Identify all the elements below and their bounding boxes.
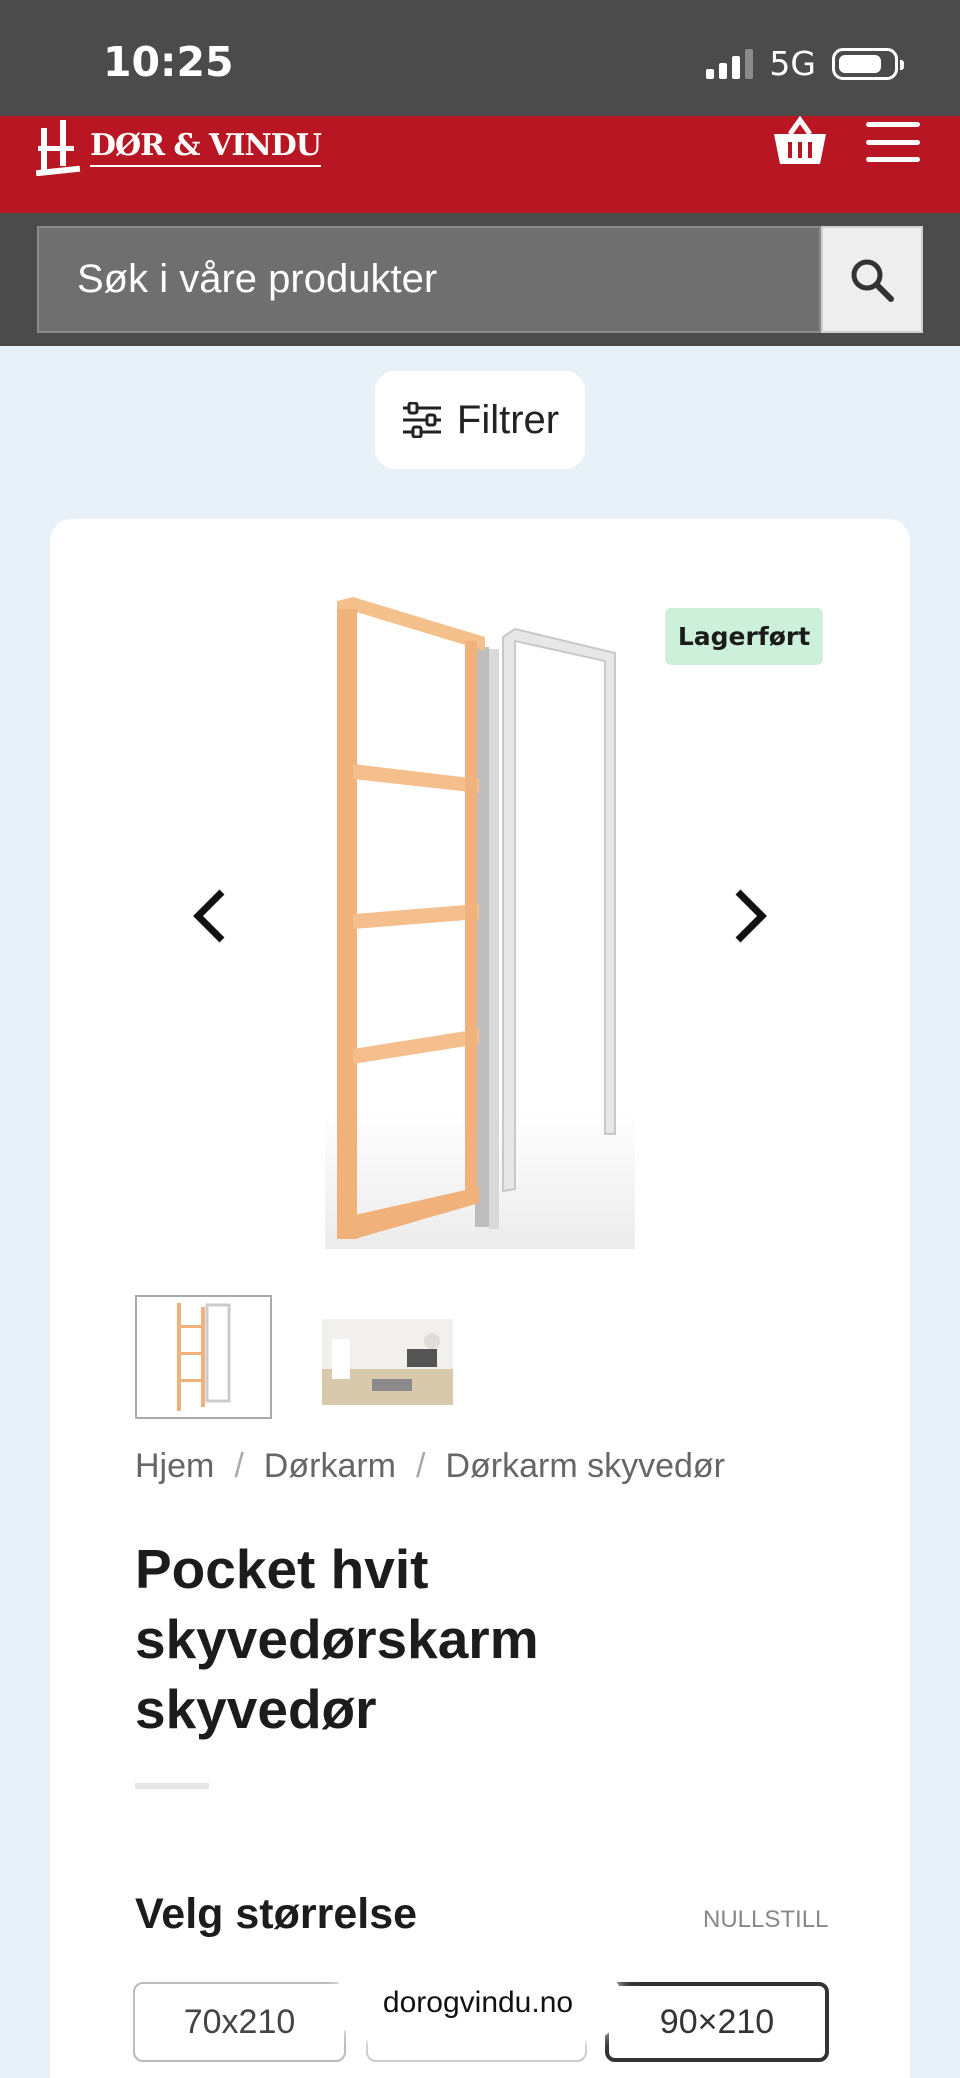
site-header: DØR & VINDU bbox=[0, 115, 960, 213]
signal-icon bbox=[706, 48, 754, 79]
chevron-left-icon bbox=[193, 889, 225, 943]
next-image-button[interactable] bbox=[730, 886, 770, 946]
product-image[interactable] bbox=[325, 589, 655, 1249]
breadcrumb: Hjem / Dørkarm / Dørkarm skyvedør bbox=[135, 1447, 725, 1486]
chevron-right-icon bbox=[735, 889, 767, 943]
prev-image-button[interactable] bbox=[190, 886, 230, 946]
status-bar: 10:25 5G bbox=[0, 0, 960, 116]
reset-size-link[interactable]: NULLSTILL bbox=[703, 1906, 828, 1934]
cart-icon[interactable] bbox=[770, 115, 830, 168]
battery-icon bbox=[832, 47, 904, 80]
size-option-selected[interactable]: 90×210 bbox=[605, 1982, 829, 2062]
breadcrumb-separator: / bbox=[416, 1447, 426, 1485]
search-input[interactable]: Søk i våre produkter bbox=[37, 226, 821, 333]
filter-label: Filtrer bbox=[456, 397, 560, 442]
size-heading: Velg størrelse bbox=[135, 1890, 418, 1938]
size-option[interactable]: 70x210 bbox=[133, 1982, 346, 2062]
breadcrumb-separator: / bbox=[234, 1447, 244, 1485]
product-card: Lagerført Hjem / Dørkarm / Dørkarm skyve… bbox=[50, 519, 910, 2078]
thumbnail-room[interactable] bbox=[322, 1319, 453, 1405]
status-time: 10:25 bbox=[103, 38, 234, 86]
title-divider bbox=[135, 1783, 209, 1789]
menu-icon[interactable] bbox=[866, 122, 920, 162]
network-label: 5G bbox=[769, 44, 816, 83]
logo-text: DØR & VINDU bbox=[90, 128, 322, 167]
product-title: Pocket hvit skyvedørskarm skyvedør bbox=[135, 1538, 539, 1740]
thumbnail-frame[interactable] bbox=[135, 1295, 272, 1419]
breadcrumb-home[interactable]: Hjem bbox=[135, 1447, 214, 1486]
search-icon bbox=[851, 259, 894, 302]
sliders-icon bbox=[402, 402, 441, 438]
stock-badge: Lagerført bbox=[665, 608, 823, 665]
logo-mark-icon bbox=[35, 118, 86, 177]
status-indicators: 5G bbox=[706, 44, 904, 83]
search-bar: Søk i våre produkter bbox=[0, 213, 960, 346]
breadcrumb-subcategory[interactable]: Dørkarm skyvedør bbox=[445, 1447, 725, 1486]
breadcrumb-category[interactable]: Dørkarm bbox=[264, 1447, 396, 1486]
browser-url-pill[interactable]: dorogvindu.no bbox=[333, 1965, 623, 2041]
site-logo[interactable]: DØR & VINDU bbox=[35, 116, 322, 178]
filter-button[interactable]: Filtrer bbox=[375, 371, 585, 469]
search-button[interactable] bbox=[821, 226, 923, 333]
